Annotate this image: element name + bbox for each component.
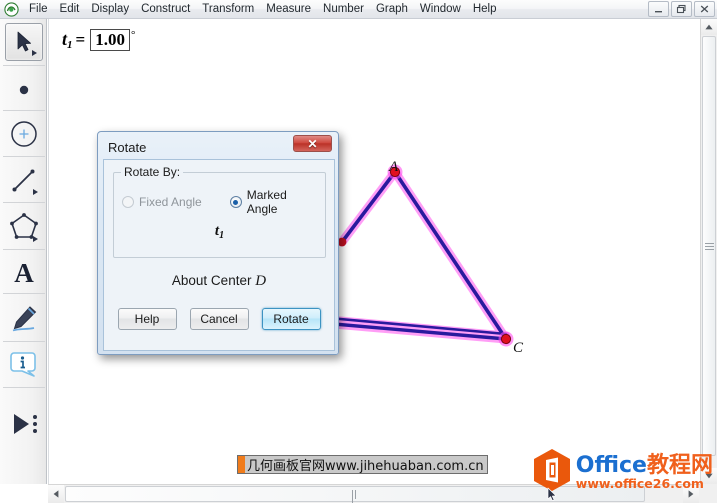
point-label-a[interactable]: A (389, 159, 398, 176)
dialog-title: Rotate (108, 140, 147, 155)
logo-url: www.office26.com (575, 475, 704, 491)
vertical-scrollbar[interactable] (700, 19, 717, 484)
logo-text-en: Office (575, 452, 647, 478)
minimize-button[interactable] (648, 1, 669, 17)
svg-text:A: A (14, 258, 34, 287)
dialog-button-row: Help Cancel Rotate (104, 308, 334, 330)
menu-number[interactable]: Number (317, 1, 370, 18)
dialog-body: Rotate By: Fixed Angle Marked Angle t1 A… (103, 159, 335, 351)
window-controls (648, 1, 715, 17)
caption-text: 几何画板官网www.jihehuaban.com.cn (247, 459, 484, 474)
logo-text-cn: 教程网 (646, 452, 713, 478)
scroll-left-button[interactable] (48, 485, 64, 503)
radio-marked-angle-label: Marked Angle (246, 188, 287, 216)
cancel-button[interactable]: Cancel (189, 308, 249, 330)
information-tool[interactable] (5, 345, 43, 383)
mouse-cursor-icon (547, 487, 558, 503)
menu-measure[interactable]: Measure (260, 1, 317, 18)
menu-window[interactable]: Window (414, 1, 467, 18)
marked-angle-value: t1 (114, 223, 325, 241)
rotate-by-options: Fixed Angle Marked Angle (122, 188, 320, 216)
radio-marked-angle-indicator (229, 196, 242, 208)
rotate-by-group: Rotate By: Fixed Angle Marked Angle t1 (113, 165, 326, 258)
restore-button[interactable] (671, 1, 692, 17)
menu-help[interactable]: Help (467, 1, 503, 18)
menu-edit[interactable]: Edit (54, 1, 86, 18)
toolbox: A (0, 19, 47, 484)
scroll-grip-icon (351, 489, 359, 503)
marked-angle-subscript: 1 (219, 230, 225, 241)
menu-bar: File Edit Display Construct Transform Me… (0, 0, 717, 19)
caption-accent-bar (238, 456, 245, 473)
marker-tool[interactable] (5, 299, 43, 337)
sketchpad-icon (4, 1, 19, 17)
menu-display[interactable]: Display (85, 1, 135, 18)
menu-file[interactable]: File (23, 1, 54, 18)
menu-graph[interactable]: Graph (370, 1, 414, 18)
straightedge-tool[interactable] (5, 161, 43, 199)
radio-marked-angle[interactable]: Marked Angle (229, 188, 320, 216)
radio-fixed-angle-label: Fixed Angle (139, 195, 202, 209)
office-logo-watermark: Office教程网 www.office26.com (532, 448, 713, 497)
help-button[interactable]: Help (117, 308, 177, 330)
rotate-dialog[interactable]: Rotate ✕ Rotate By: Fixed Angle Marked A… (97, 131, 339, 355)
scroll-up-button[interactable] (701, 19, 717, 35)
office-logo-text: Office教程网 www.office26.com (575, 452, 713, 491)
about-center-prefix: About Center (171, 273, 252, 288)
point-tool[interactable] (5, 71, 43, 109)
arrow-select-tool[interactable] (5, 23, 43, 61)
menu-construct[interactable]: Construct (135, 1, 196, 18)
compass-tool[interactable] (5, 115, 43, 153)
about-center-point: D (255, 273, 267, 289)
sketchpad-window: File Edit Display Construct Transform Me… (0, 0, 717, 503)
radio-fixed-angle[interactable]: Fixed Angle (122, 188, 230, 216)
dialog-close-button[interactable]: ✕ (293, 135, 332, 152)
vertical-scroll-thumb[interactable] (702, 36, 716, 456)
close-button[interactable] (694, 1, 715, 17)
menu-transform[interactable]: Transform (196, 1, 260, 18)
about-center-text: About Center D (104, 273, 334, 290)
scroll-grip-icon (704, 242, 714, 250)
caption-watermark: 几何画板官网www.jihehuaban.com.cn (237, 455, 488, 474)
rotate-by-label: Rotate By: (121, 165, 184, 179)
polygon-tool[interactable] (5, 207, 43, 245)
rotate-button[interactable]: Rotate (261, 308, 321, 330)
point-label-c[interactable]: C (513, 340, 523, 357)
text-tool[interactable]: A (5, 253, 43, 291)
custom-tool[interactable] (5, 405, 43, 443)
radio-fixed-angle-indicator (122, 196, 134, 208)
